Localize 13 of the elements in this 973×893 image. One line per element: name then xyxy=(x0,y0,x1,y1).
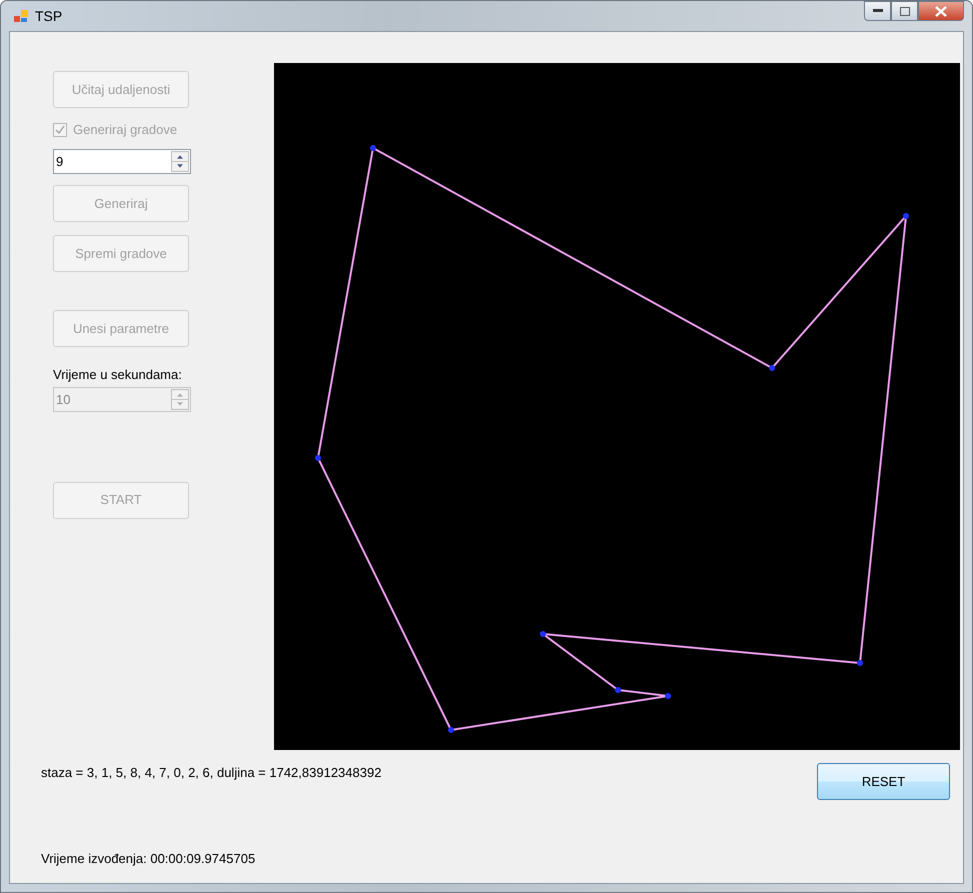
close-button[interactable] xyxy=(918,1,964,21)
maximize-icon xyxy=(900,6,910,16)
time-label: Vrijeme u sekundama: xyxy=(53,366,182,384)
route-result-text: staza = 3, 1, 5, 8, 4, 7, 0, 2, 6, duljina = 1742,83912348392 xyxy=(41,764,382,782)
window-title: TSP xyxy=(35,6,62,26)
maximize-button[interactable] xyxy=(891,1,918,21)
close-icon xyxy=(935,6,947,16)
minimize-icon xyxy=(872,9,882,13)
minimize-button[interactable] xyxy=(864,1,891,21)
spinner-arrows-icon[interactable] xyxy=(171,151,189,172)
elapsed-time-text: Vrijeme izvođenja: 00:00:09.9745705 xyxy=(41,851,256,866)
reset-button[interactable]: RESET xyxy=(817,763,950,800)
app-icon xyxy=(13,8,29,24)
